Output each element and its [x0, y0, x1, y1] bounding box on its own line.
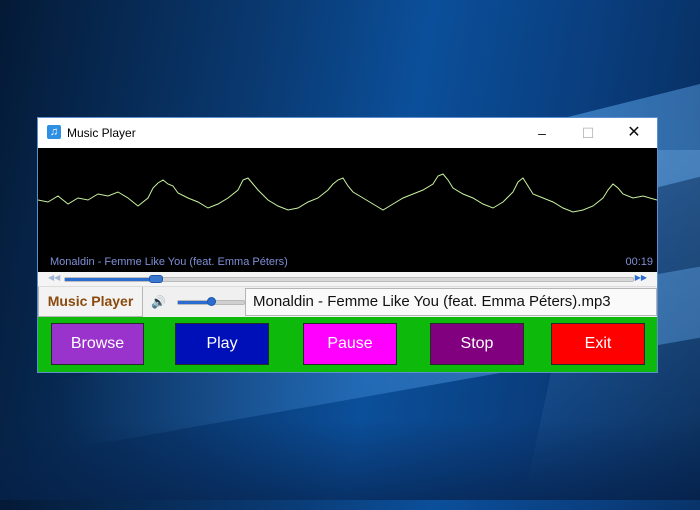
close-button[interactable]: ✕ — [611, 118, 657, 148]
playback-button-bar: Browse Play Pause Stop Exit — [38, 317, 657, 372]
waveform-visualizer: Monaldin - Femme Like You (feat. Emma Pé… — [38, 148, 657, 272]
rewind-icon[interactable]: ◀◀ — [48, 273, 60, 282]
window-title: Music Player — [67, 126, 136, 140]
current-file-field: Monaldin - Femme Like You (feat. Emma Pé… — [245, 288, 657, 316]
play-button[interactable]: Play — [175, 323, 269, 365]
minimize-button[interactable]: – — [519, 118, 565, 148]
volume-slider-thumb[interactable] — [207, 297, 216, 306]
maximize-button[interactable]: ☐ — [565, 118, 611, 148]
seek-bar[interactable]: ◀◀ ▶▶ — [38, 272, 657, 287]
waveform-graph — [38, 173, 657, 213]
elapsed-time: 00:19 — [625, 256, 653, 268]
stop-button[interactable]: Stop — [430, 323, 524, 365]
app-brand-label: Music Player — [38, 287, 143, 317]
browse-button[interactable]: Browse — [51, 323, 144, 365]
exit-button[interactable]: Exit — [551, 323, 645, 365]
music-note-icon: ♫ — [47, 125, 61, 139]
desktop-shadow — [0, 420, 700, 500]
control-row: Music Player 🔊 Monaldin - Femme Like You… — [38, 287, 657, 317]
now-playing-title: Monaldin - Femme Like You (feat. Emma Pé… — [50, 256, 288, 268]
volume-slider[interactable] — [177, 297, 245, 306]
pause-button[interactable]: Pause — [303, 323, 397, 365]
seek-progress-fill — [65, 278, 156, 281]
volume-icon[interactable]: 🔊 — [151, 295, 166, 309]
seek-track[interactable] — [64, 275, 634, 283]
music-player-window: ♫ Music Player – ☐ ✕ Monaldin - Femme Li… — [37, 117, 658, 373]
title-bar[interactable]: ♫ Music Player – ☐ ✕ — [38, 118, 657, 148]
fast-forward-icon[interactable]: ▶▶ — [635, 273, 647, 282]
seek-slider-thumb[interactable] — [148, 275, 163, 283]
